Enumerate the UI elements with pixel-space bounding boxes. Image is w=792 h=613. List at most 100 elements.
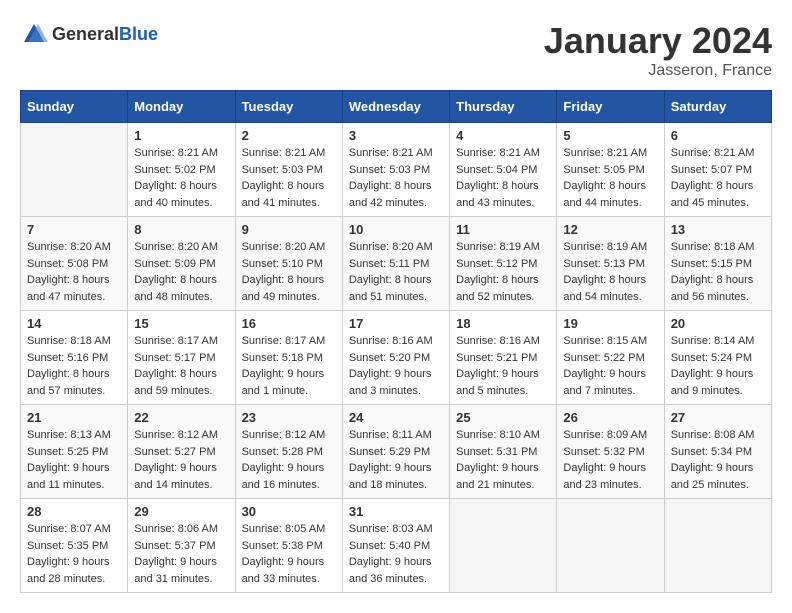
day-cell: 1 Sunrise: 8:21 AM Sunset: 5:02 PM Daylig… bbox=[128, 123, 235, 217]
day-cell: 29 Sunrise: 8:06 AM Sunset: 5:37 PM Dayli… bbox=[128, 499, 235, 593]
day-cell: 10 Sunrise: 8:20 AM Sunset: 5:11 PM Dayli… bbox=[342, 217, 449, 311]
day-info: Sunrise: 8:20 AM Sunset: 5:09 PM Dayligh… bbox=[134, 239, 228, 305]
day-cell: 24Sunrise: 8:11 AM Sunset: 5:29 PM Dayli… bbox=[342, 405, 449, 499]
day-info: Sunrise: 8:10 AM Sunset: 5:31 PM Dayligh… bbox=[456, 427, 550, 493]
weekday-header-monday: Monday bbox=[128, 91, 235, 123]
day-info: Sunrise: 8:21 AM Sunset: 5:04 PM Dayligh… bbox=[456, 145, 550, 211]
day-number: 5 bbox=[563, 128, 657, 143]
day-info: Sunrise: 8:12 AM Sunset: 5:28 PM Dayligh… bbox=[242, 427, 336, 493]
day-number: 27 bbox=[671, 410, 765, 425]
week-row-3: 14Sunrise: 8:18 AM Sunset: 5:16 PM Dayli… bbox=[21, 311, 772, 405]
weekday-header-thursday: Thursday bbox=[450, 91, 557, 123]
day-info: Sunrise: 8:17 AM Sunset: 5:18 PM Dayligh… bbox=[242, 333, 336, 399]
day-info: Sunrise: 8:16 AM Sunset: 5:21 PM Dayligh… bbox=[456, 333, 550, 399]
day-cell bbox=[664, 499, 771, 593]
day-number: 26 bbox=[563, 410, 657, 425]
day-number: 3 bbox=[349, 128, 443, 143]
day-cell: 18 Sunrise: 8:16 AM Sunset: 5:21 PM Dayli… bbox=[450, 311, 557, 405]
day-number: 25 bbox=[456, 410, 550, 425]
day-info: Sunrise: 8:16 AM Sunset: 5:20 PM Dayligh… bbox=[349, 333, 443, 399]
weekday-header-tuesday: Tuesday bbox=[235, 91, 342, 123]
week-row-5: 28Sunrise: 8:07 AM Sunset: 5:35 PM Dayli… bbox=[21, 499, 772, 593]
weekday-header-saturday: Saturday bbox=[664, 91, 771, 123]
day-number: 31 bbox=[349, 504, 443, 519]
day-cell: 20 Sunrise: 8:14 AM Sunset: 5:24 PM Dayli… bbox=[664, 311, 771, 405]
day-number: 12 bbox=[563, 222, 657, 237]
day-info: Sunrise: 8:21 AM Sunset: 5:02 PM Dayligh… bbox=[134, 145, 228, 211]
day-info: Sunrise: 8:05 AM Sunset: 5:38 PM Dayligh… bbox=[242, 521, 336, 587]
day-cell: 4Sunrise: 8:21 AM Sunset: 5:04 PM Daylig… bbox=[450, 123, 557, 217]
location-title: Jasseron, France bbox=[544, 62, 772, 80]
day-cell: 21Sunrise: 8:13 AM Sunset: 5:25 PM Dayli… bbox=[21, 405, 128, 499]
day-cell: 15 Sunrise: 8:17 AM Sunset: 5:17 PM Dayli… bbox=[128, 311, 235, 405]
weekday-header-friday: Friday bbox=[557, 91, 664, 123]
day-cell: 3 Sunrise: 8:21 AM Sunset: 5:03 PM Daylig… bbox=[342, 123, 449, 217]
day-info: Sunrise: 8:20 AM Sunset: 5:11 PM Dayligh… bbox=[349, 239, 443, 305]
day-info: Sunrise: 8:19 AM Sunset: 5:12 PM Dayligh… bbox=[456, 239, 550, 305]
day-info: Sunrise: 8:03 AM Sunset: 5:40 PM Dayligh… bbox=[349, 521, 443, 587]
day-number: 28 bbox=[27, 504, 121, 519]
day-info: Sunrise: 8:17 AM Sunset: 5:17 PM Dayligh… bbox=[134, 333, 228, 399]
weekday-header-wednesday: Wednesday bbox=[342, 91, 449, 123]
day-number: 9 bbox=[242, 222, 336, 237]
week-row-4: 21Sunrise: 8:13 AM Sunset: 5:25 PM Dayli… bbox=[21, 405, 772, 499]
day-number: 30 bbox=[242, 504, 336, 519]
logo-text: GeneralBlue bbox=[52, 24, 158, 45]
day-cell: 14Sunrise: 8:18 AM Sunset: 5:16 PM Dayli… bbox=[21, 311, 128, 405]
day-number: 22 bbox=[134, 410, 228, 425]
day-cell: 7Sunrise: 8:20 AM Sunset: 5:08 PM Daylig… bbox=[21, 217, 128, 311]
logo-icon bbox=[20, 20, 48, 48]
day-info: Sunrise: 8:15 AM Sunset: 5:22 PM Dayligh… bbox=[563, 333, 657, 399]
day-cell: 8 Sunrise: 8:20 AM Sunset: 5:09 PM Daylig… bbox=[128, 217, 235, 311]
day-number: 13 bbox=[671, 222, 765, 237]
calendar-table: SundayMondayTuesdayWednesdayThursdayFrid… bbox=[20, 90, 772, 593]
day-cell: 30 Sunrise: 8:05 AM Sunset: 5:38 PM Dayli… bbox=[235, 499, 342, 593]
weekday-header-sunday: Sunday bbox=[21, 91, 128, 123]
day-cell: 11 Sunrise: 8:19 AM Sunset: 5:12 PM Dayli… bbox=[450, 217, 557, 311]
day-number: 29 bbox=[134, 504, 228, 519]
day-info: Sunrise: 8:21 AM Sunset: 5:03 PM Dayligh… bbox=[349, 145, 443, 211]
day-number: 15 bbox=[134, 316, 228, 331]
day-info: Sunrise: 8:21 AM Sunset: 5:07 PM Dayligh… bbox=[671, 145, 765, 211]
day-cell: 23Sunrise: 8:12 AM Sunset: 5:28 PM Dayli… bbox=[235, 405, 342, 499]
day-cell: 2Sunrise: 8:21 AM Sunset: 5:03 PM Daylig… bbox=[235, 123, 342, 217]
day-cell: 22 Sunrise: 8:12 AM Sunset: 5:27 PM Dayli… bbox=[128, 405, 235, 499]
day-number: 1 bbox=[134, 128, 228, 143]
day-info: Sunrise: 8:09 AM Sunset: 5:32 PM Dayligh… bbox=[563, 427, 657, 493]
day-number: 6 bbox=[671, 128, 765, 143]
day-cell: 25 Sunrise: 8:10 AM Sunset: 5:31 PM Dayli… bbox=[450, 405, 557, 499]
day-cell: 27Sunrise: 8:08 AM Sunset: 5:34 PM Dayli… bbox=[664, 405, 771, 499]
weekday-header-row: SundayMondayTuesdayWednesdayThursdayFrid… bbox=[21, 91, 772, 123]
day-info: Sunrise: 8:18 AM Sunset: 5:16 PM Dayligh… bbox=[27, 333, 121, 399]
day-info: Sunrise: 8:11 AM Sunset: 5:29 PM Dayligh… bbox=[349, 427, 443, 493]
day-cell: 13Sunrise: 8:18 AM Sunset: 5:15 PM Dayli… bbox=[664, 217, 771, 311]
week-row-2: 7Sunrise: 8:20 AM Sunset: 5:08 PM Daylig… bbox=[21, 217, 772, 311]
day-info: Sunrise: 8:12 AM Sunset: 5:27 PM Dayligh… bbox=[134, 427, 228, 493]
day-cell bbox=[21, 123, 128, 217]
day-info: Sunrise: 8:14 AM Sunset: 5:24 PM Dayligh… bbox=[671, 333, 765, 399]
day-info: Sunrise: 8:20 AM Sunset: 5:10 PM Dayligh… bbox=[242, 239, 336, 305]
day-number: 20 bbox=[671, 316, 765, 331]
day-cell: 28Sunrise: 8:07 AM Sunset: 5:35 PM Dayli… bbox=[21, 499, 128, 593]
day-cell: 5 Sunrise: 8:21 AM Sunset: 5:05 PM Daylig… bbox=[557, 123, 664, 217]
logo-general: General bbox=[52, 24, 119, 44]
day-number: 10 bbox=[349, 222, 443, 237]
day-number: 8 bbox=[134, 222, 228, 237]
day-number: 17 bbox=[349, 316, 443, 331]
day-number: 19 bbox=[563, 316, 657, 331]
day-number: 2 bbox=[242, 128, 336, 143]
day-info: Sunrise: 8:06 AM Sunset: 5:37 PM Dayligh… bbox=[134, 521, 228, 587]
week-row-1: 1 Sunrise: 8:21 AM Sunset: 5:02 PM Daylig… bbox=[21, 123, 772, 217]
day-number: 18 bbox=[456, 316, 550, 331]
logo: GeneralBlue bbox=[20, 20, 158, 48]
day-cell bbox=[450, 499, 557, 593]
month-title: January 2024 bbox=[544, 20, 772, 62]
day-number: 21 bbox=[27, 410, 121, 425]
day-info: Sunrise: 8:20 AM Sunset: 5:08 PM Dayligh… bbox=[27, 239, 121, 305]
day-cell: 12Sunrise: 8:19 AM Sunset: 5:13 PM Dayli… bbox=[557, 217, 664, 311]
day-number: 11 bbox=[456, 222, 550, 237]
day-cell: 16Sunrise: 8:17 AM Sunset: 5:18 PM Dayli… bbox=[235, 311, 342, 405]
day-cell: 17 Sunrise: 8:16 AM Sunset: 5:20 PM Dayli… bbox=[342, 311, 449, 405]
day-cell bbox=[557, 499, 664, 593]
day-info: Sunrise: 8:21 AM Sunset: 5:05 PM Dayligh… bbox=[563, 145, 657, 211]
